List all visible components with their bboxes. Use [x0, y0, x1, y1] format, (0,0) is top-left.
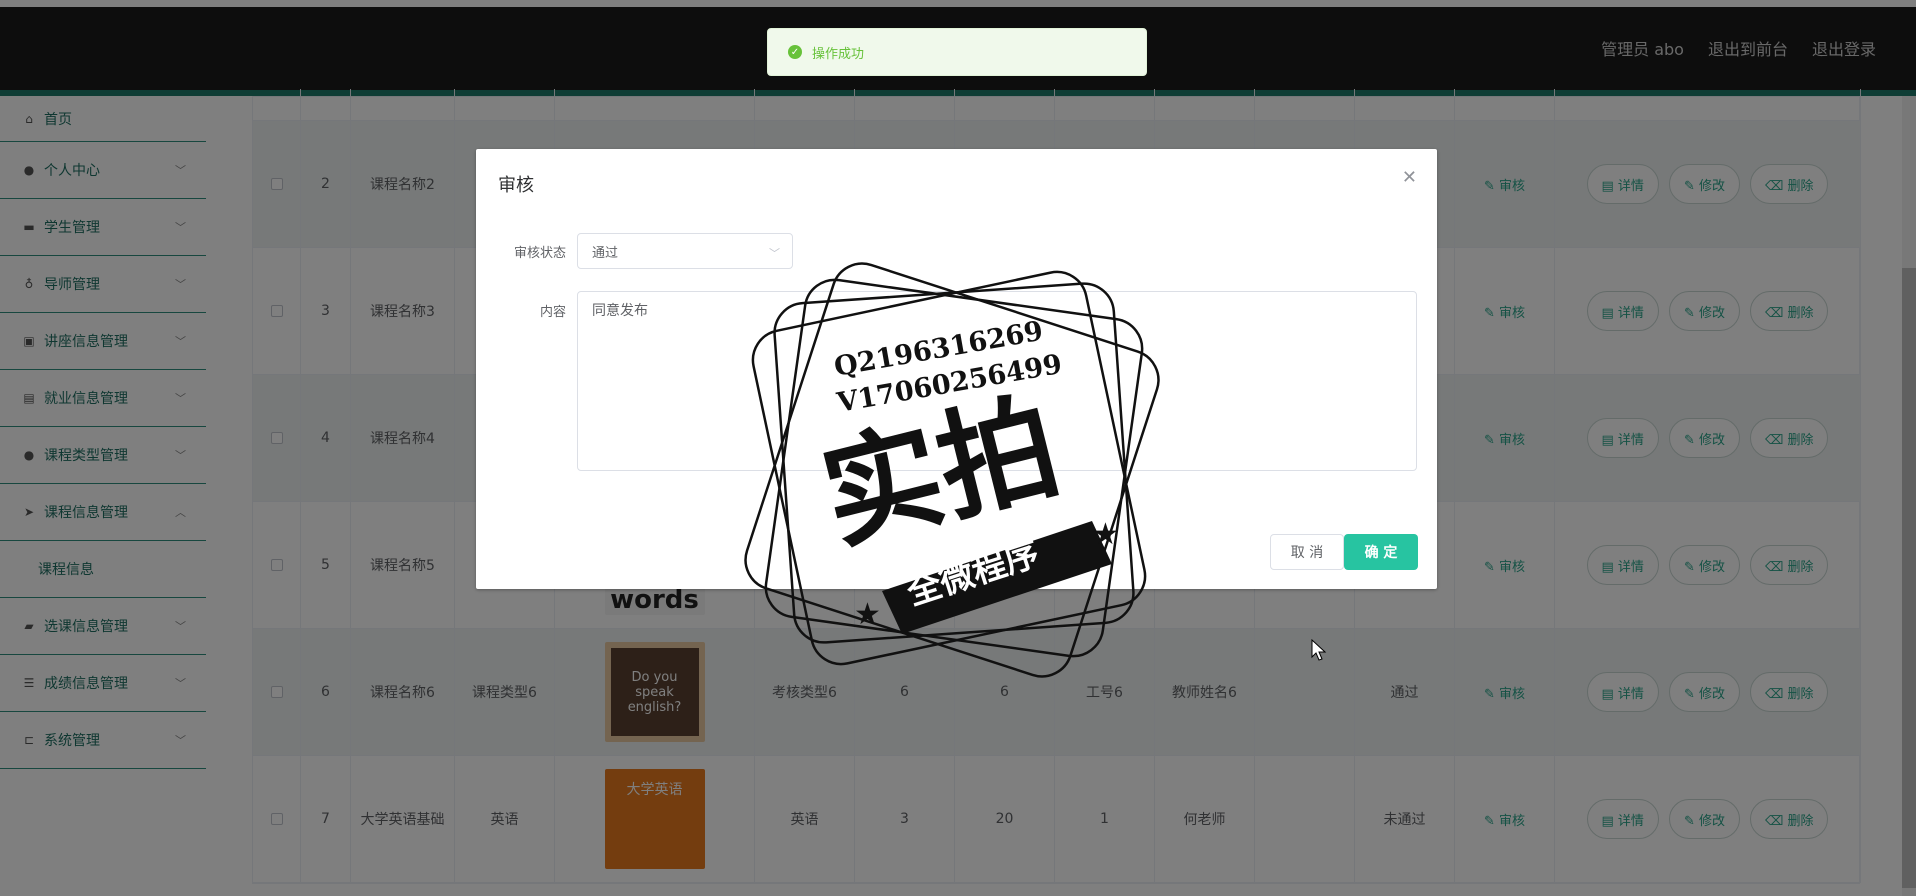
cancel-button[interactable]: 取 消 [1270, 534, 1344, 570]
check-circle-icon: ✓ [788, 45, 802, 59]
content-label: 内容 [539, 305, 566, 320]
mouse-cursor-icon [1311, 639, 1327, 661]
success-toast: ✓ 操作成功 [767, 28, 1147, 76]
audit-status-value: 通过 [592, 245, 619, 261]
watermark-stamp: Q2196316269 V17060256499 实拍 全微程序 ★ ★ [744, 262, 1160, 678]
audit-status-label: 审核状态 [513, 246, 566, 261]
toast-message: 操作成功 [812, 46, 865, 62]
star-icon: ★ [854, 597, 881, 632]
close-icon[interactable]: ✕ [1402, 167, 1417, 188]
star-icon: ★ [1092, 517, 1119, 552]
dialog-title: 审核 [498, 175, 534, 196]
confirm-button[interactable]: 确 定 [1344, 534, 1418, 570]
